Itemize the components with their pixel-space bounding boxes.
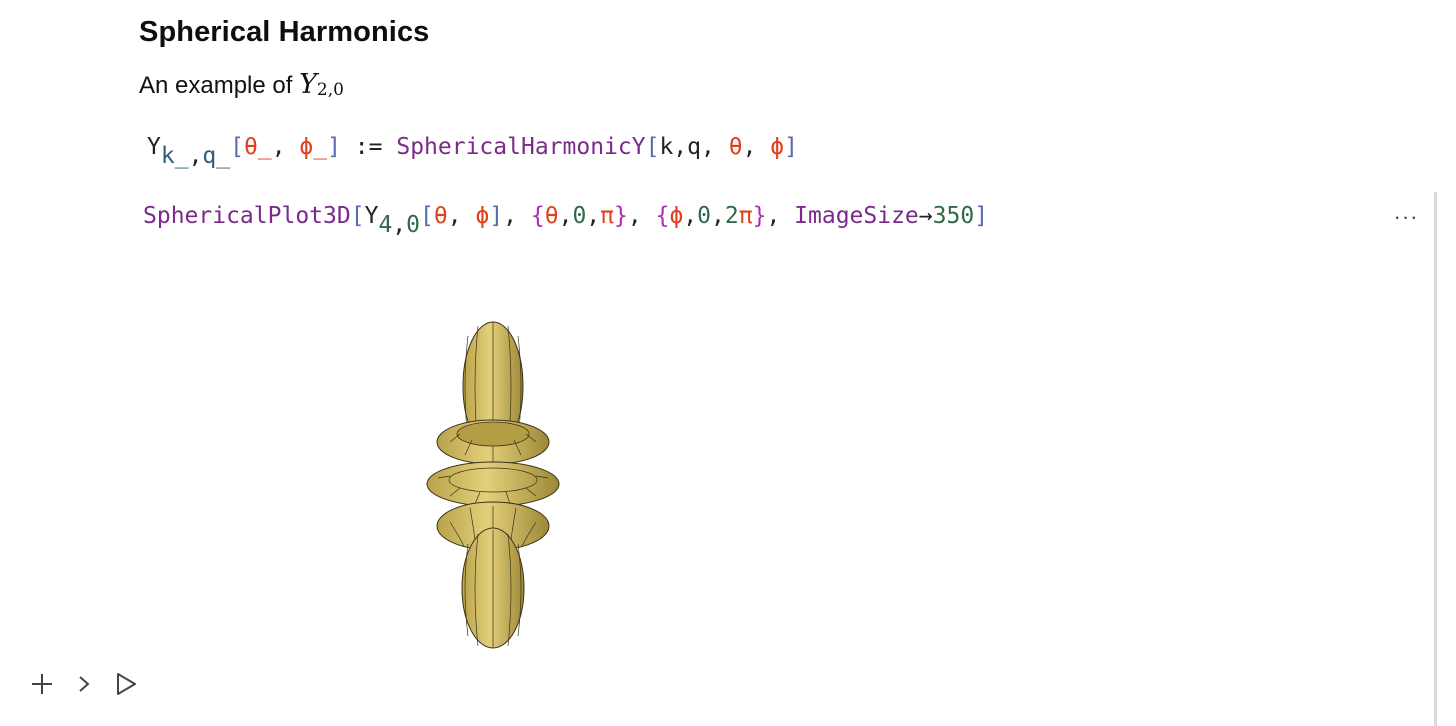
math-subscript: 2,0 [316, 80, 344, 100]
plus-icon[interactable] [28, 668, 56, 700]
cell-insert-toolbar [28, 668, 140, 700]
option-name: ImageSize [794, 203, 919, 229]
input-cell-plot[interactable]: SphericalPlot3D[Y4,0[θ, ϕ], {θ,0,π}, {ϕ,… [143, 203, 988, 238]
text-prefix: An example of [139, 72, 300, 99]
cell-bracket[interactable] [1434, 192, 1437, 726]
chevron-right-icon[interactable] [70, 668, 98, 700]
function-name: SphericalPlot3D [143, 203, 351, 229]
input-cell-definition[interactable]: Yk_,q_[θ_, ϕ_] := SphericalHarmonicY[k,q… [147, 134, 798, 169]
function-name: SphericalHarmonicY [396, 134, 646, 160]
section-heading: Spherical Harmonics [139, 16, 430, 48]
math-expression: Y2,0 [299, 69, 344, 100]
bottom-lobe [461, 527, 525, 649]
spherical-plot-3d[interactable] [420, 316, 570, 652]
symbol-y: Y [147, 134, 161, 160]
subscript-indices: 4,0 [378, 212, 421, 238]
subscript-pattern: k_,q_ [160, 143, 231, 169]
cell-more-menu-icon[interactable]: ··· [1392, 203, 1420, 231]
upper-ring [436, 419, 550, 465]
play-icon[interactable] [112, 668, 140, 700]
text-cell: An example of Y2,0 [139, 69, 344, 100]
equatorial-ring [426, 461, 560, 507]
math-symbol: Y [299, 69, 317, 100]
